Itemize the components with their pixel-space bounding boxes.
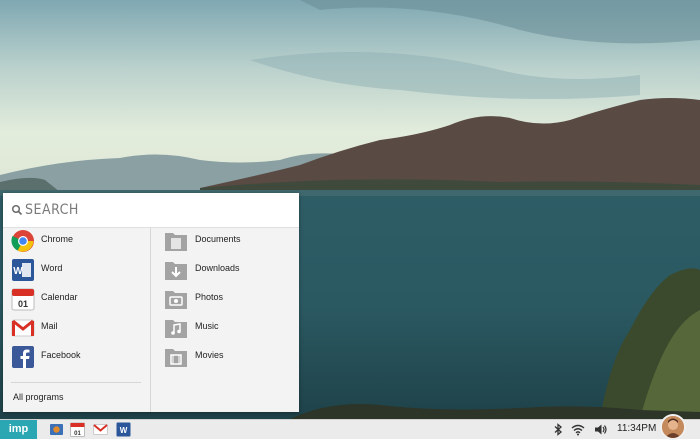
calendar-icon: 01	[11, 288, 35, 311]
downloads-folder-icon	[165, 262, 187, 280]
movies-folder-icon	[165, 349, 187, 367]
svg-text:W: W	[13, 266, 23, 277]
clock[interactable]: 11:34PM	[617, 423, 656, 434]
folder-label: Photos	[195, 292, 224, 302]
folder-item-movies[interactable]: Movies	[164, 344, 294, 370]
start-button[interactable]: imp	[0, 420, 37, 439]
search-bar[interactable]	[3, 193, 299, 228]
avatar[interactable]	[660, 414, 686, 440]
apps-divider	[11, 382, 141, 383]
app-label: Word	[41, 263, 63, 273]
files-icon[interactable]	[49, 422, 64, 437]
bluetooth-icon[interactable]	[551, 423, 565, 436]
calendar-day: 01	[74, 431, 81, 437]
word-icon[interactable]: W	[116, 422, 131, 437]
app-label: Calendar	[41, 292, 78, 302]
calendar-day: 01	[18, 299, 28, 309]
app-item-word[interactable]: W Word	[11, 257, 146, 283]
app-item-calendar[interactable]: 01 Calendar	[11, 286, 146, 312]
mail-icon[interactable]	[93, 422, 108, 437]
all-programs-link[interactable]: All programs	[13, 392, 64, 402]
app-label: Mail	[41, 321, 58, 331]
folders-list: Documents Downloads Photos Music Movies	[151, 228, 299, 412]
facebook-icon	[12, 346, 34, 368]
wifi-icon[interactable]	[571, 423, 585, 436]
search-input[interactable]	[25, 199, 285, 221]
app-item-mail[interactable]: Mail	[11, 315, 146, 341]
folder-label: Movies	[195, 350, 224, 360]
app-label: Facebook	[41, 350, 81, 360]
app-item-facebook[interactable]: Facebook	[11, 344, 146, 370]
app-item-chrome[interactable]: Chrome	[11, 228, 146, 254]
documents-folder-icon	[165, 233, 187, 251]
folder-label: Downloads	[195, 263, 240, 273]
start-menu: Chrome W Word 01 Calendar	[3, 193, 299, 412]
photos-folder-icon	[165, 291, 187, 309]
taskbar: imp 01 W 11:34PM	[0, 419, 700, 439]
folder-item-music[interactable]: Music	[164, 315, 294, 341]
mail-icon	[11, 319, 35, 337]
music-folder-icon	[165, 320, 187, 338]
user-avatar-icon	[662, 416, 684, 438]
svg-text:W: W	[120, 426, 128, 435]
folder-label: Music	[195, 321, 219, 331]
folder-item-documents[interactable]: Documents	[164, 228, 294, 254]
calendar-icon[interactable]: 01	[70, 422, 85, 437]
word-icon: W	[12, 259, 34, 281]
search-icon	[11, 204, 23, 216]
folder-item-photos[interactable]: Photos	[164, 286, 294, 312]
apps-list: Chrome W Word 01 Calendar Mail Facebook …	[3, 228, 150, 412]
volume-icon[interactable]	[594, 423, 608, 436]
folder-item-downloads[interactable]: Downloads	[164, 257, 294, 283]
folder-label: Documents	[195, 234, 241, 244]
chrome-icon	[11, 230, 34, 252]
app-label: Chrome	[41, 234, 74, 244]
